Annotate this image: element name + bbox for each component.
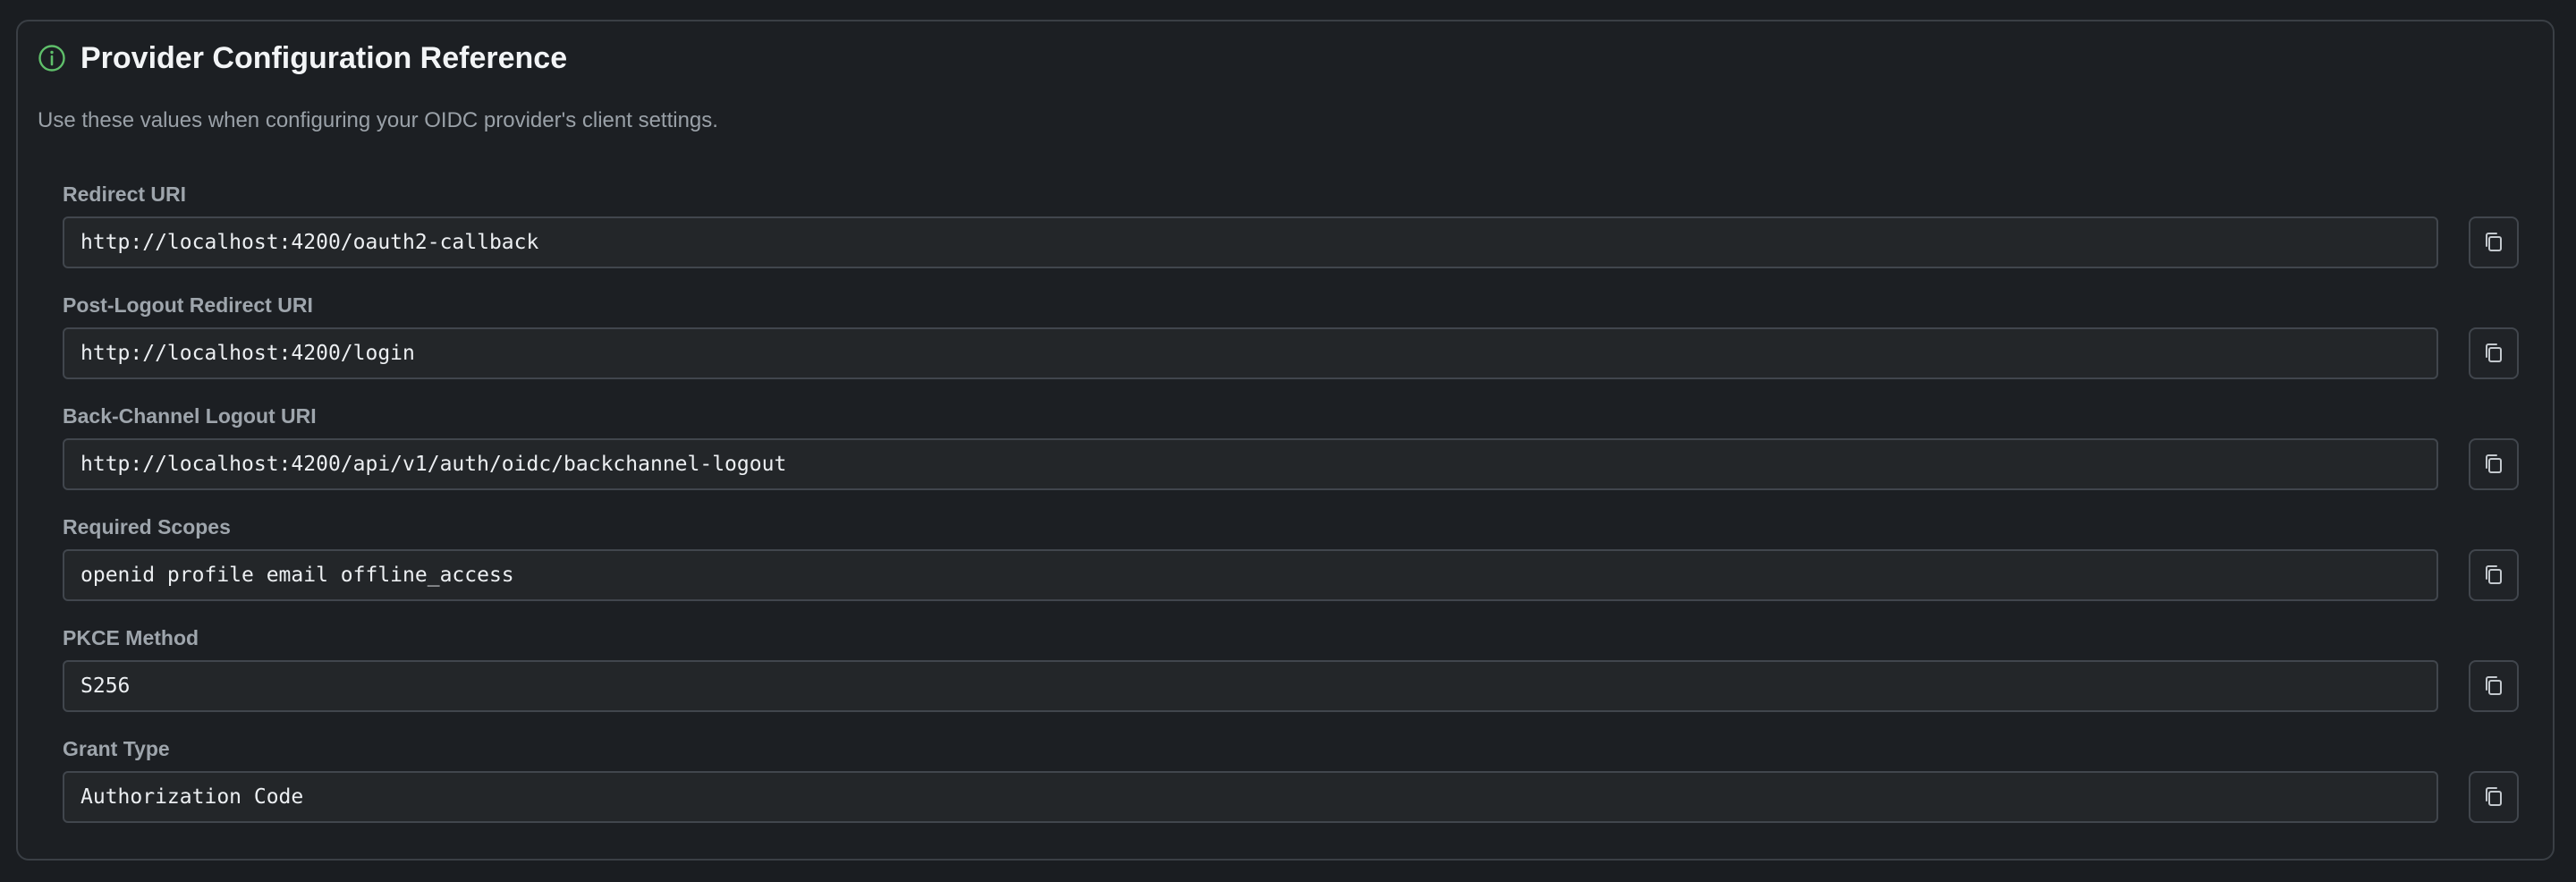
- copy-icon: [2486, 676, 2502, 695]
- redirect-uri-input[interactable]: http://localhost:4200/oauth2-callback: [63, 216, 2438, 268]
- copy-icon: [2486, 565, 2502, 584]
- card-subtitle: Use these values when configuring your O…: [38, 108, 718, 132]
- info-circle-icon: [38, 44, 66, 72]
- grant-type-input[interactable]: Authorization Code: [63, 771, 2438, 823]
- field-required-scopes: Required Scopes openid profile email off…: [63, 508, 2519, 619]
- copy-icon: [2486, 454, 2502, 473]
- field-label: Redirect URI: [63, 182, 187, 206]
- field-post-logout-redirect-uri: Post-Logout Redirect URI http://localhos…: [63, 286, 2519, 397]
- field-grant-type: Grant Type Authorization Code: [63, 730, 2519, 841]
- field-redirect-uri: Redirect URI http://localhost:4200/oauth…: [63, 175, 2519, 286]
- field-label: Post-Logout Redirect URI: [63, 293, 313, 317]
- copy-post-logout-redirect-uri-button[interactable]: [2469, 327, 2519, 379]
- copy-back-channel-logout-uri-button[interactable]: [2469, 438, 2519, 490]
- card-header: Provider Configuration Reference: [38, 39, 567, 77]
- field-back-channel-logout-uri: Back-Channel Logout URI http://localhost…: [63, 397, 2519, 508]
- field-label: Grant Type: [63, 737, 170, 760]
- copy-pkce-method-button[interactable]: [2469, 660, 2519, 712]
- copy-required-scopes-button[interactable]: [2469, 549, 2519, 601]
- copy-icon: [2486, 233, 2502, 251]
- pkce-method-input[interactable]: S256: [63, 660, 2438, 712]
- copy-icon: [2486, 787, 2502, 806]
- config-fields-list: Redirect URI http://localhost:4200/oauth…: [63, 175, 2519, 841]
- required-scopes-input[interactable]: openid profile email offline_access: [63, 549, 2438, 601]
- field-pkce-method: PKCE Method S256: [63, 619, 2519, 730]
- field-label: PKCE Method: [63, 626, 199, 649]
- back-channel-logout-uri-input[interactable]: http://localhost:4200/api/v1/auth/oidc/b…: [63, 438, 2438, 490]
- copy-grant-type-button[interactable]: [2469, 771, 2519, 823]
- copy-redirect-uri-button[interactable]: [2469, 216, 2519, 268]
- card-title: Provider Configuration Reference: [80, 41, 568, 75]
- copy-icon: [2486, 343, 2502, 362]
- post-logout-redirect-uri-input[interactable]: http://localhost:4200/login: [63, 327, 2438, 379]
- field-label: Back-Channel Logout URI: [63, 404, 317, 428]
- field-label: Required Scopes: [63, 515, 231, 539]
